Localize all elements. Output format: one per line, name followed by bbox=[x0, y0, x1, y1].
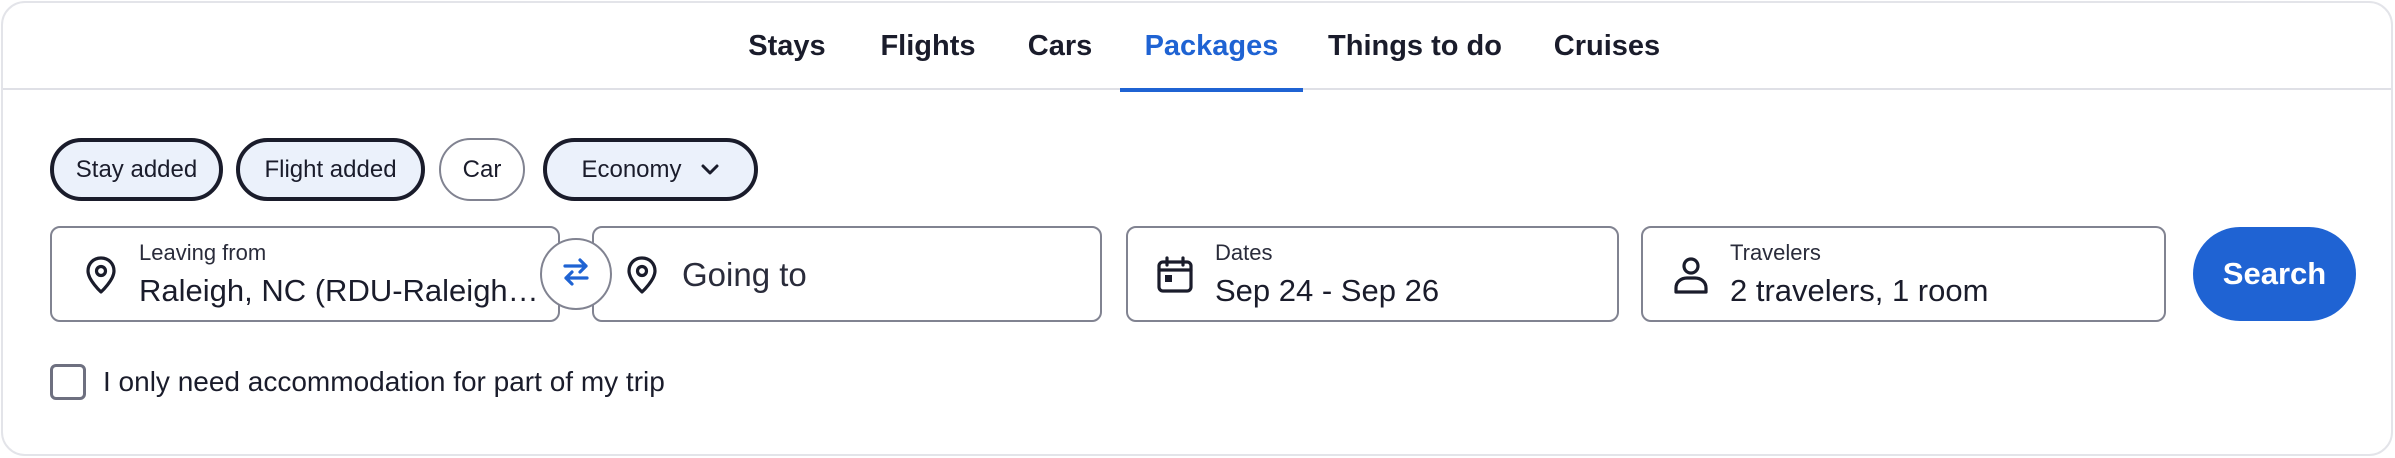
partial-stay-label: I only need accommodation for part of my… bbox=[103, 366, 665, 397]
chevron-down-icon bbox=[700, 163, 720, 177]
map-pin-icon bbox=[78, 252, 124, 298]
going-to-field[interactable]: Going to bbox=[592, 226, 1102, 322]
leaving-from-field[interactable]: Leaving from Raleigh, NC (RDU-Raleigh-Du… bbox=[50, 226, 560, 322]
stay-added-chip[interactable]: Stay added bbox=[50, 138, 223, 201]
tab-cars[interactable]: Cars bbox=[1015, 3, 1105, 90]
dates-field[interactable]: Dates Sep 24 - Sep 26 bbox=[1126, 226, 1619, 322]
travelers-label: Travelers bbox=[1730, 240, 1821, 265]
tab-cruises[interactable]: Cruises bbox=[1547, 3, 1667, 90]
calendar-icon bbox=[1152, 252, 1198, 298]
flight-added-label: Flight added bbox=[264, 155, 397, 183]
cabin-class-dropdown[interactable]: Economy bbox=[543, 138, 758, 201]
car-label: Car bbox=[462, 155, 502, 183]
leaving-from-value: Raleigh, NC (RDU-Raleigh-Durham Intl.) bbox=[139, 273, 539, 308]
tab-things-to-do[interactable]: Things to do bbox=[1325, 3, 1505, 90]
cabin-class-label: Economy bbox=[581, 155, 682, 183]
dates-label: Dates bbox=[1215, 240, 1273, 265]
travelers-value: 2 travelers, 1 room bbox=[1730, 273, 1989, 308]
add-car-chip[interactable]: Car bbox=[439, 138, 525, 201]
partial-stay-checkbox[interactable] bbox=[50, 364, 86, 400]
person-icon bbox=[1668, 252, 1714, 298]
stay-added-label: Stay added bbox=[75, 155, 198, 183]
leaving-from-label: Leaving from bbox=[139, 240, 267, 265]
travelers-field[interactable]: Travelers 2 travelers, 1 room bbox=[1641, 226, 2166, 322]
product-tabs: Stays Flights Cars Packages Things to do… bbox=[3, 3, 2391, 92]
dates-value: Sep 24 - Sep 26 bbox=[1215, 273, 1440, 308]
search-card: Stays Flights Cars Packages Things to do… bbox=[1, 1, 2393, 456]
swap-locations-button[interactable] bbox=[540, 238, 612, 310]
tab-packages[interactable]: Packages bbox=[1120, 3, 1303, 92]
flight-added-chip[interactable]: Flight added bbox=[236, 138, 425, 201]
search-button[interactable]: Search bbox=[2193, 227, 2356, 321]
tab-stays[interactable]: Stays bbox=[733, 3, 841, 90]
swap-arrows-icon bbox=[559, 255, 593, 294]
map-pin-icon bbox=[619, 252, 665, 298]
tab-flights[interactable]: Flights bbox=[873, 3, 983, 90]
going-to-placeholder: Going to bbox=[682, 256, 807, 293]
